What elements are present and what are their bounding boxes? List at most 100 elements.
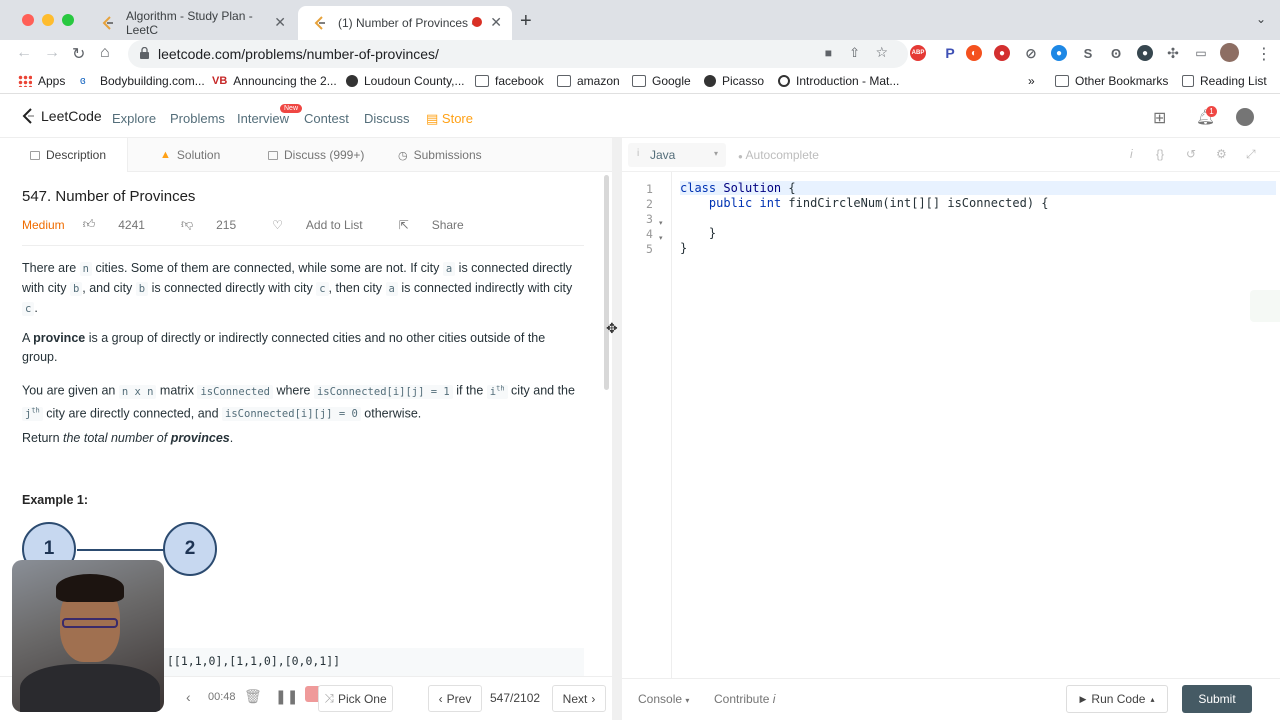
settings-gear-icon[interactable]: ⚙ xyxy=(1216,147,1227,161)
tab-description[interactable]: Description xyxy=(0,138,128,172)
dislike-button[interactable]: 👎︎ 215 xyxy=(181,217,254,232)
playground-icon[interactable]: ⊞ xyxy=(1153,108,1166,128)
brand-text: LeetCode xyxy=(41,108,102,124)
code-line-1[interactable]: class Solution { xyxy=(680,181,1276,195)
description-scrollbar[interactable] xyxy=(604,175,609,390)
nav-problems[interactable]: Problems xyxy=(170,111,225,126)
tab-submissions[interactable]: ◷ Submissions xyxy=(398,138,482,172)
like-button[interactable]: 👍︎ 4241 xyxy=(83,217,163,232)
console-toggle[interactable]: Console ▾ xyxy=(638,692,689,706)
extensions-puzzle-icon[interactable]: ✣ xyxy=(1165,45,1181,61)
nav-contest[interactable]: Contest xyxy=(304,111,349,126)
home-icon[interactable]: ⌂ xyxy=(100,44,110,62)
minimize-window-button[interactable] xyxy=(42,14,54,26)
resize-handle-icon[interactable]: ✥ xyxy=(606,320,618,337)
pick-one-button[interactable]: ⤨ Pick One xyxy=(318,685,393,712)
browser-tab-study-plan[interactable]: Algorithm - Study Plan - LeetC ✕ xyxy=(86,6,296,40)
honey-extension-icon[interactable]: ◐ xyxy=(966,45,982,61)
store-label: Store xyxy=(441,111,473,126)
bookmarks-overflow-chevron[interactable]: » xyxy=(1028,74,1035,88)
bookmark-star-icon[interactable]: ☆ xyxy=(875,44,888,61)
user-avatar-icon[interactable] xyxy=(1236,108,1254,126)
new-tab-button[interactable]: + xyxy=(520,10,532,33)
reset-icon[interactable]: ↺ xyxy=(1186,147,1196,161)
code-line-4[interactable]: } xyxy=(680,226,716,240)
fold-arrow-icon[interactable]: ▾ xyxy=(659,219,663,227)
close-tab-icon[interactable]: ✕ xyxy=(274,14,286,31)
code-line-5[interactable]: } xyxy=(680,241,687,255)
maximize-window-button[interactable] xyxy=(62,14,74,26)
person-shirt xyxy=(20,664,160,712)
browser-tab-number-of-provinces[interactable]: (1) Number of Provinces - ✕ xyxy=(298,6,512,40)
tab-discuss[interactable]: Discuss (999+) xyxy=(268,138,364,172)
bookmark-loudoun[interactable]: Loudoun County,... xyxy=(346,74,465,88)
close-tab-icon[interactable]: ✕ xyxy=(490,14,502,31)
nav-explore[interactable]: Explore xyxy=(112,111,156,126)
fold-arrow-icon[interactable]: ▾ xyxy=(659,234,663,242)
address-bar[interactable]: leetcode.com/problems/number-of-province… xyxy=(128,40,908,68)
editor-info-icon[interactable]: i xyxy=(1130,147,1133,161)
prev-button[interactable]: ‹ Prev xyxy=(428,685,482,712)
language-select[interactable]: i Java ▾ xyxy=(628,143,726,167)
nav-interview[interactable]: Interview xyxy=(237,111,289,126)
chevron-right-icon: › xyxy=(591,691,596,706)
reading-list-button[interactable]: Reading List xyxy=(1182,74,1267,88)
bookmark-apps[interactable]: Apps xyxy=(18,74,65,88)
fullscreen-icon[interactable]: ⤢ xyxy=(1246,147,1256,162)
stop-extension-icon[interactable]: ● xyxy=(994,45,1010,61)
bookmark-picasso[interactable]: Picasso xyxy=(704,74,764,88)
pause-icon[interactable]: ❚❚ xyxy=(275,688,298,705)
code-line-2[interactable]: public int findCircleNum(int[][] isConne… xyxy=(680,196,1049,210)
bookmark-introduction[interactable]: Introduction - Mat... xyxy=(778,74,899,88)
line-number: 1 xyxy=(646,182,653,196)
shield-extension-icon[interactable]: ● xyxy=(1051,45,1067,61)
share-button[interactable]: ⇱ Share xyxy=(399,218,482,232)
kebab-menu-icon[interactable]: ⋮ xyxy=(1256,44,1272,64)
trash-icon[interactable]: 🗑︎ xyxy=(244,688,262,705)
record-extension-icon[interactable]: ● xyxy=(1137,45,1153,61)
bookmark-google[interactable]: Google xyxy=(632,74,691,88)
contribute-link[interactable]: Contribute i xyxy=(714,692,775,706)
bookmarks-bar: Apps ɞ Bodybuilding.com... VB Announcing… xyxy=(0,70,1280,94)
adblock-extension-icon[interactable]: ABP xyxy=(910,45,926,61)
code-braces-icon[interactable]: {} xyxy=(1156,147,1164,161)
bookmark-other-bookmarks[interactable]: Other Bookmarks xyxy=(1055,74,1168,88)
next-button[interactable]: Next › xyxy=(552,685,606,712)
s-extension-icon[interactable]: S xyxy=(1080,45,1096,61)
side-panel-tab[interactable] xyxy=(1250,290,1280,322)
add-to-list-button[interactable]: ♡ Add to List xyxy=(272,218,380,232)
share-icon[interactable]: ⇧ xyxy=(849,45,860,61)
grammar-extension-icon[interactable]: ʘ xyxy=(1108,45,1124,61)
block-extension-icon[interactable]: ⊘ xyxy=(1023,45,1039,61)
chevron-left-icon[interactable]: ‹ xyxy=(186,689,191,705)
back-arrow-icon[interactable]: ← xyxy=(16,44,32,62)
p-extension-icon[interactable]: P xyxy=(942,45,958,61)
close-window-button[interactable] xyxy=(22,14,34,26)
reload-icon[interactable]: ↻ xyxy=(72,44,85,64)
nav-store[interactable]: ▤ Store xyxy=(426,111,473,127)
autocomplete-toggle[interactable]: ● Autocomplete xyxy=(738,148,819,162)
nav-discuss[interactable]: Discuss xyxy=(364,111,410,126)
problem-pager[interactable]: 547/2102 xyxy=(490,691,540,705)
run-code-button[interactable]: ▶ Run Code ▴ xyxy=(1066,685,1168,713)
tab-search-chevron-icon[interactable]: ⌄ xyxy=(1256,12,1266,26)
share-icon: ⇱ xyxy=(398,217,409,232)
camera-icon[interactable]: ■ xyxy=(825,46,832,60)
cast-icon[interactable]: ▭ xyxy=(1193,45,1209,61)
difficulty-label: Medium xyxy=(22,217,65,232)
pane-splitter[interactable]: ✥ xyxy=(606,138,622,720)
profile-avatar[interactable] xyxy=(1220,43,1239,62)
tab-solution[interactable]: ▲ Solution xyxy=(160,138,220,172)
leetcode-logo[interactable]: LeetCode xyxy=(22,108,102,124)
browser-tab-strip: Algorithm - Study Plan - LeetC ✕ (1) Num… xyxy=(0,0,1280,40)
bookmark-bodybuilding[interactable]: ɞ Bodybuilding.com... xyxy=(80,74,205,88)
bookmark-facebook[interactable]: facebook xyxy=(475,74,544,88)
bookmark-amazon[interactable]: amazon xyxy=(557,74,620,88)
line-number-gutter: 1 2 3 4 5 ▾ ▾ xyxy=(622,172,672,680)
github-icon xyxy=(778,75,790,87)
line-number: 4 xyxy=(646,227,653,241)
forward-arrow-icon[interactable]: → xyxy=(44,44,60,62)
submit-button[interactable]: Submit xyxy=(1182,685,1252,713)
bookmark-announcing[interactable]: VB Announcing the 2... xyxy=(212,74,337,88)
pick-one-label: Pick One xyxy=(337,691,387,706)
